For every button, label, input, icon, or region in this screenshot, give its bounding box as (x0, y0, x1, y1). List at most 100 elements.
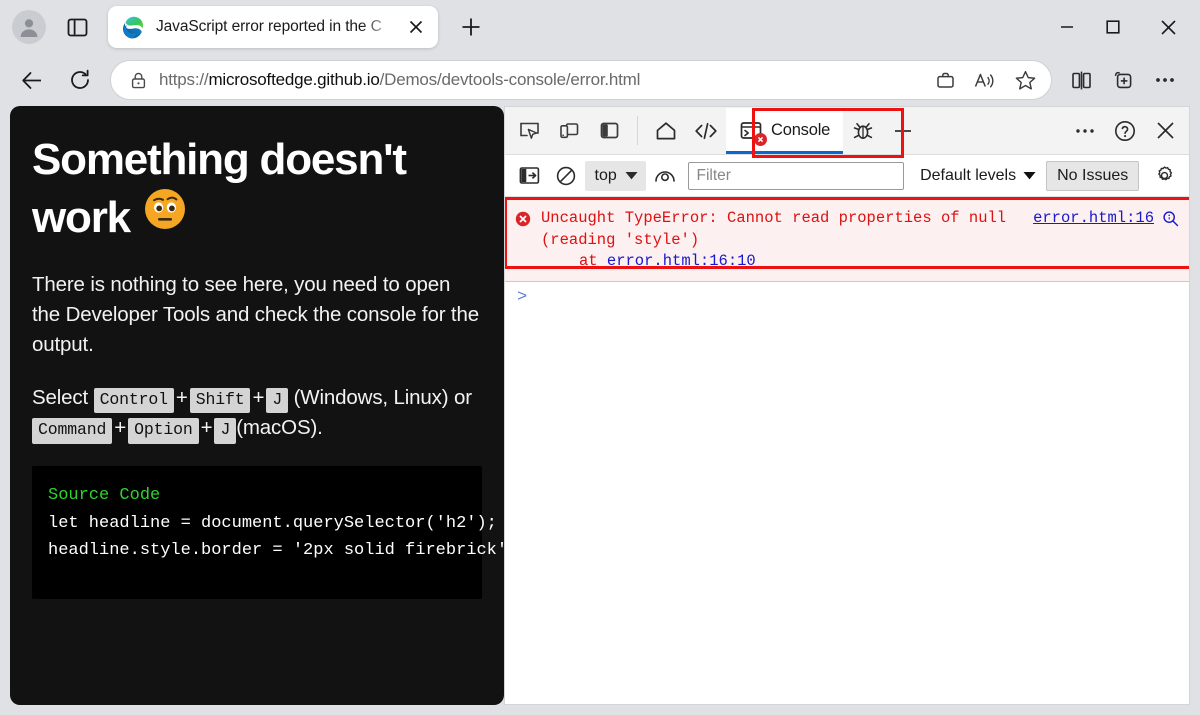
new-tab-button[interactable] (452, 8, 490, 46)
back-button[interactable] (14, 62, 50, 98)
read-aloud-icon (973, 70, 997, 91)
favorites-button[interactable] (1005, 63, 1045, 97)
url-host: microsoftedge.github.io (208, 70, 379, 89)
devtools-home-tab[interactable] (646, 108, 686, 154)
devtools-help-button[interactable] (1105, 108, 1145, 154)
console-sidebar-toggle[interactable] (513, 161, 547, 191)
source-code-title: Source Code (48, 482, 466, 510)
devtools-elements-tab[interactable] (686, 108, 726, 154)
browser-tab[interactable]: JavaScript error reported in the C (108, 6, 438, 48)
context-label: top (595, 167, 617, 185)
issues-button[interactable]: No Issues (1046, 161, 1139, 191)
devtools-tab-bar: Console (505, 107, 1189, 155)
elements-panel-icon (693, 119, 719, 143)
live-expression-button[interactable] (648, 161, 682, 191)
lock-icon (129, 71, 148, 90)
profile-avatar[interactable] (12, 10, 46, 44)
search-magnifier-icon[interactable] (1162, 209, 1179, 227)
console-settings-button[interactable] (1145, 160, 1183, 192)
debugger-bug-icon (851, 119, 875, 143)
key-j-win: J (266, 388, 288, 414)
address-bar[interactable]: https://microsoftedge.github.io/Demos/de… (110, 60, 1052, 100)
chevron-down-icon (1023, 171, 1036, 180)
url-path: /Demos/devtools-console/error.html (380, 70, 641, 89)
key-shift: Shift (190, 388, 251, 414)
devtools-add-panel-button[interactable] (883, 108, 923, 154)
maximize-button[interactable] (1090, 0, 1136, 54)
browser-toolbar-icons (1060, 62, 1186, 98)
reload-icon (68, 68, 92, 92)
javascript-context-selector[interactable]: top (585, 161, 646, 191)
source-code-line-2: headline.style.border = '2px solid fireb… (48, 537, 466, 565)
page-paragraph: There is nothing to see here, you need t… (32, 270, 482, 361)
reload-button[interactable] (62, 62, 98, 98)
error-text: Uncaught TypeError: Cannot read properti… (535, 208, 1033, 273)
minimize-button[interactable] (1044, 0, 1090, 54)
source-code-line-1: let headline = document.querySelector('h… (48, 510, 466, 538)
page-heading-line1: Something doesn't (32, 134, 406, 186)
devtools-more-button[interactable] (1065, 108, 1105, 154)
error-source-area: error.html:16 (1033, 208, 1183, 273)
stack-prefix: at (579, 252, 607, 270)
read-aloud-button[interactable] (965, 63, 1005, 97)
plus-sep: + (112, 416, 128, 439)
source-code-block: Source Code let headline = document.quer… (32, 466, 482, 599)
maximize-icon (1106, 20, 1120, 34)
home-icon (654, 119, 678, 143)
log-levels-selector[interactable]: Default levels (912, 167, 1044, 185)
stack-source-link[interactable]: error.html:16:10 (607, 252, 756, 270)
devtools-left-tools (505, 107, 633, 154)
console-prompt-row[interactable]: > (505, 282, 1189, 312)
clear-console-icon (555, 165, 577, 187)
key-j-mac: J (214, 418, 236, 444)
tab-close-button[interactable] (404, 15, 428, 39)
address-bar-icons (925, 63, 1045, 97)
edge-logo-icon (120, 15, 144, 39)
dock-side-icon (598, 119, 621, 142)
add-to-collections-icon (1111, 68, 1135, 92)
split-screen-button[interactable] (1060, 62, 1102, 98)
devtools-console-tab[interactable]: Console (726, 108, 843, 154)
page-heading-line2: work (32, 192, 130, 244)
more-tools-icon (1074, 127, 1096, 135)
shopping-briefcase-icon (935, 70, 956, 91)
log-levels-label: Default levels (920, 167, 1016, 185)
console-error-message[interactable]: Uncaught TypeError: Cannot read properti… (505, 199, 1189, 282)
navigation-bar: https://microsoftedge.github.io/Demos/de… (0, 54, 1200, 106)
console-output: Uncaught TypeError: Cannot read properti… (505, 197, 1189, 704)
console-filter-input[interactable] (688, 162, 905, 190)
address-url[interactable]: https://microsoftedge.github.io/Demos/de… (151, 70, 925, 90)
add-to-collections-button[interactable] (1102, 62, 1144, 98)
page-heading: Something doesn't work (32, 134, 482, 244)
close-icon (1160, 19, 1177, 36)
shopping-briefcase-button[interactable] (925, 63, 965, 97)
dock-side-button[interactable] (589, 108, 629, 154)
eye-icon (653, 167, 677, 185)
console-filter-bar: top Default levels (505, 155, 1189, 197)
face-with-raised-eyebrow-icon (142, 186, 188, 244)
console-tab-label: Console (771, 121, 830, 140)
inspect-element-button[interactable] (509, 108, 549, 154)
title-bar: JavaScript error reported in the C (0, 0, 1200, 54)
plus-sep: + (250, 386, 266, 409)
devtools-debugger-tab[interactable] (843, 108, 883, 154)
add-panel-icon (892, 120, 914, 142)
site-security-button[interactable] (125, 71, 151, 90)
plus-sep: + (174, 386, 190, 409)
inspect-element-icon (518, 119, 541, 142)
plus-sep: + (199, 416, 215, 439)
tab-title: JavaScript error reported in the C (156, 18, 400, 36)
close-window-button[interactable] (1136, 0, 1200, 54)
url-scheme: https:// (159, 70, 208, 89)
close-icon (408, 19, 424, 35)
tab-actions-button[interactable] (60, 10, 94, 44)
error-source-link[interactable]: error.html:16 (1033, 209, 1154, 227)
browser-settings-button[interactable] (1144, 62, 1186, 98)
error-circle-icon (515, 208, 535, 273)
devtools-close-button[interactable] (1145, 108, 1185, 154)
content-area: Something doesn't work Th (0, 106, 1200, 715)
clear-console-button[interactable] (549, 161, 583, 191)
favorites-star-icon (1014, 69, 1037, 92)
device-emulation-button[interactable] (549, 108, 589, 154)
person-avatar-icon (18, 16, 40, 38)
